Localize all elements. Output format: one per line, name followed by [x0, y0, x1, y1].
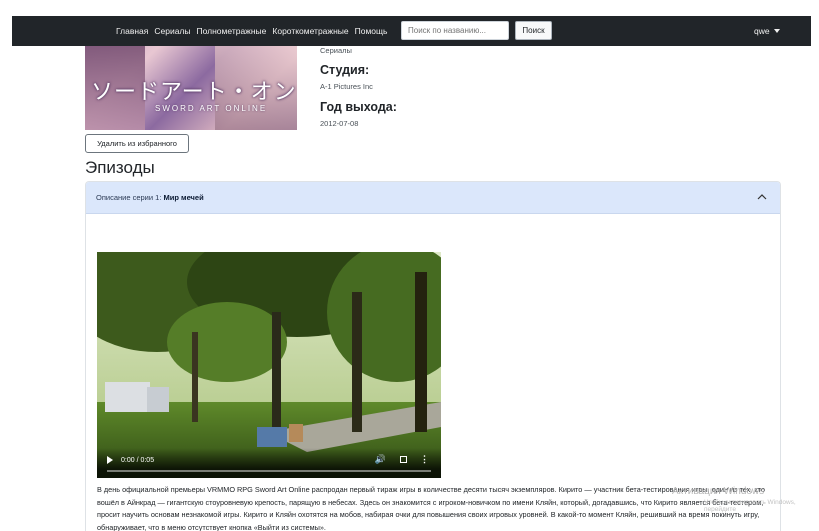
caret-down-icon — [773, 29, 780, 33]
studio-label: Студия: — [320, 63, 370, 77]
more-options-icon[interactable]: ⋮ — [420, 454, 429, 465]
fullscreen-icon[interactable] — [400, 456, 407, 463]
window-frame-right — [811, 0, 819, 531]
search-input[interactable] — [401, 21, 509, 40]
anime-info: Сериалы Студия: A-1 Pictures Inc Год вых… — [320, 46, 397, 128]
episode-accordion-header[interactable]: Описание серии 1: Мир мечей — [86, 182, 780, 214]
video-frame — [97, 252, 441, 478]
windows-activation-title: Активация Windows — [672, 486, 765, 497]
video-controls-row: 0:00 / 0:05 🔊 ⋮ — [97, 454, 441, 466]
nav-link-home[interactable]: Главная — [116, 26, 148, 36]
episodes-heading: Эпизоды — [85, 158, 155, 177]
video-time: 0:00 / 0:05 — [121, 456, 155, 464]
episode-accordion: Описание серии 1: Мир мечей 0:00 / 0:05 … — [85, 181, 781, 531]
poster-logo-text: ソードアート・オンライン — [91, 80, 297, 105]
volume-icon[interactable]: 🔊 — [375, 454, 386, 465]
play-icon[interactable] — [107, 456, 113, 464]
nav-links: Главная Сериалы Полнометражные Короткоме… — [116, 16, 387, 46]
nav-link-full-length[interactable]: Полнометражные — [197, 26, 267, 36]
episode-name: Мир мечей — [163, 193, 204, 202]
poster-logo-subtitle: SWORD ART ONLINE — [155, 104, 268, 113]
navbar: Главная Сериалы Полнометражные Короткоме… — [12, 16, 811, 46]
user-menu[interactable]: qwe — [754, 16, 780, 46]
remove-favorite-button[interactable]: Удалить из избранного — [85, 134, 189, 153]
anime-poster: ソードアート・オンライン SWORD ART ONLINE — [85, 46, 297, 130]
video-controls: 0:00 / 0:05 🔊 ⋮ — [97, 448, 441, 478]
window-frame-left — [0, 0, 12, 531]
nav-link-help[interactable]: Помощь — [355, 26, 388, 36]
episode-video-player[interactable]: 0:00 / 0:05 🔊 ⋮ — [97, 252, 441, 478]
search-button[interactable]: Поиск — [515, 21, 552, 40]
nav-link-short[interactable]: Короткометражные — [272, 26, 348, 36]
chevron-up-icon[interactable] — [756, 191, 768, 203]
episode-label: Описание серии 1: Мир мечей — [96, 193, 204, 202]
episode-label-prefix: Описание серии 1: — [96, 193, 164, 202]
user-name: qwe — [754, 26, 770, 36]
studio-value: A-1 Pictures Inc — [320, 82, 373, 91]
window-frame-top — [0, 0, 819, 16]
nav-link-series[interactable]: Сериалы — [154, 26, 190, 36]
year-value: 2012-07-08 — [320, 119, 359, 128]
video-progress-bar[interactable] — [107, 470, 431, 472]
year-label: Год выхода: — [320, 100, 397, 114]
windows-activation-subtitle: Чтобы активировать Windows, перейдите — [704, 499, 796, 513]
type-value: Сериалы — [320, 46, 352, 55]
